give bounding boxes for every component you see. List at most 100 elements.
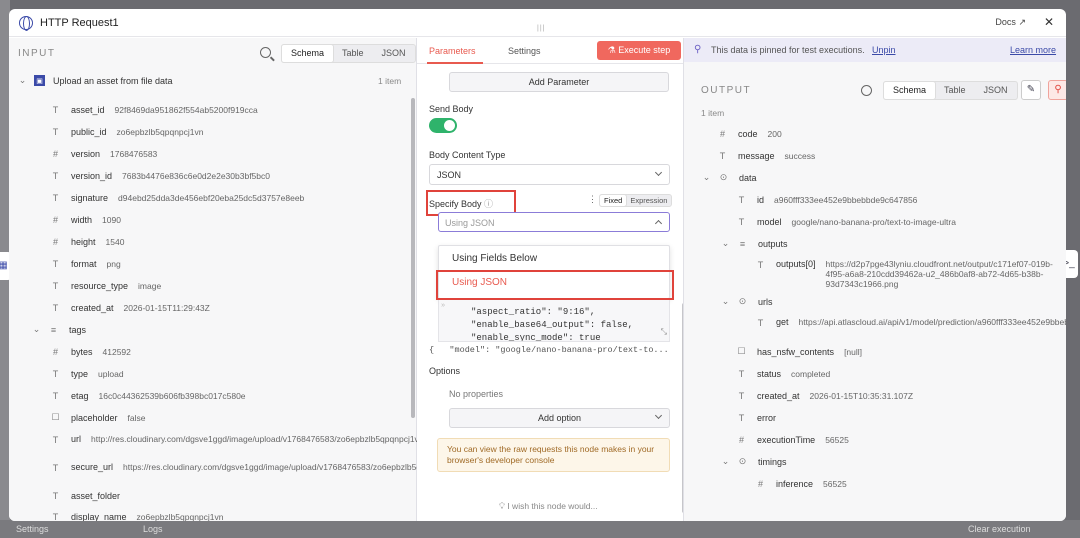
- field-type-icon: T: [52, 462, 59, 473]
- chevron-down-icon[interactable]: ⌄: [720, 238, 731, 249]
- field-value: a960fff333ee452e9bbebbde9c647856: [774, 194, 918, 205]
- field-key: display_name: [71, 511, 127, 522]
- add-option-select[interactable]: Add option: [449, 408, 670, 428]
- view-schema[interactable]: Schema: [282, 45, 334, 62]
- field-key: asset_folder: [71, 490, 121, 501]
- tab-parameters[interactable]: Parameters: [429, 46, 476, 56]
- options-label: Options: [429, 366, 461, 376]
- output-field-row[interactable]: Tmessage success: [717, 150, 816, 161]
- output-field-row[interactable]: # code 200: [717, 128, 782, 139]
- node-modal: HTTP Request1 ||| Docs ↗ ✕ INPUT Schema …: [9, 9, 1066, 521]
- output-field-row[interactable]: Terror: [736, 412, 786, 423]
- input-field-row[interactable]: Tetag 16c0c44362539b606fb398bc017c580e: [50, 390, 246, 401]
- close-icon[interactable]: ✕: [1044, 15, 1054, 29]
- edit-output-button[interactable]: ✎: [1021, 80, 1041, 100]
- input-field-row[interactable]: # width 1090: [50, 214, 121, 225]
- json-editor[interactable]: » "aspect_ratio": "9:16", "enable_base64…: [438, 300, 670, 342]
- tab-settings[interactable]: Settings: [508, 46, 541, 56]
- input-field-row[interactable]: Tformat png: [50, 258, 121, 269]
- field-key: etag: [71, 390, 89, 401]
- output-field-row[interactable]: ☐ has_nsfw_contents [null]: [736, 346, 862, 357]
- output-field-row[interactable]: # executionTime 56525: [736, 434, 849, 445]
- input-field-row[interactable]: Tsignature d94ebd25dda3de456ebf20eba25dc5…: [50, 192, 305, 203]
- output-field-row[interactable]: # inference 56525: [755, 478, 847, 489]
- add-parameter-button[interactable]: Add Parameter: [449, 72, 669, 92]
- option-using-fields-below[interactable]: Using Fields Below: [452, 253, 537, 264]
- field-type-icon: ⊙: [719, 172, 728, 182]
- output-field-row[interactable]: Tid a960fff333ee452e9bbebbde9c647856: [736, 194, 918, 205]
- field-value: success: [784, 150, 816, 161]
- unpin-link[interactable]: Unpin: [872, 45, 896, 55]
- chevron-down-icon: [654, 168, 663, 177]
- input-scrollbar[interactable]: [411, 98, 415, 418]
- view-table[interactable]: Table: [935, 82, 975, 99]
- input-field-row[interactable]: Tversion_id 7683b4476e836c6e0d2e2e30b3bf5…: [50, 170, 270, 181]
- chevron-down-icon[interactable]: ⌄: [720, 296, 731, 307]
- pin-data-button[interactable]: ⚲: [1048, 80, 1066, 100]
- drag-handle-icon[interactable]: |||: [537, 25, 545, 32]
- field-key: height: [71, 236, 96, 247]
- field-type-icon: T: [738, 216, 745, 227]
- logs-label[interactable]: Logs: [143, 524, 163, 534]
- search-icon[interactable]: [260, 47, 271, 58]
- input-node-row[interactable]: ⌄ ▣ Upload an asset from file data: [17, 75, 183, 86]
- output-field-row[interactable]: Tmodel google/nano-banana-pro/text-to-ima…: [736, 216, 956, 227]
- field-value: 2026-01-15T10:35:31.107Z: [809, 390, 914, 401]
- field-key: type: [71, 368, 89, 379]
- output-field-row[interactable]: ⌄ ≡ outputs: [720, 238, 798, 249]
- expand-icon[interactable]: ⤡: [661, 327, 667, 337]
- input-field-row[interactable]: Tdisplay_name zo6epbzlb5qpqnpcj1vn: [50, 511, 224, 522]
- input-field-row[interactable]: ⌄ ≡ tags: [31, 324, 96, 335]
- learn-more-link[interactable]: Learn more: [1010, 45, 1056, 55]
- specify-body-select[interactable]: Using JSON: [438, 212, 670, 232]
- field-value: 16c0c44362539b606fb398bc017c580e: [98, 390, 246, 401]
- input-field-row[interactable]: Tasset_id 92f8469da951862f554ab5200f919cc…: [50, 104, 258, 115]
- view-json[interactable]: JSON: [373, 45, 415, 62]
- view-table[interactable]: Table: [333, 45, 373, 62]
- expression-option[interactable]: Expression: [626, 195, 671, 206]
- field-value: upload: [98, 368, 124, 379]
- view-json[interactable]: JSON: [975, 82, 1017, 99]
- chevron-down-icon[interactable]: ⌄: [17, 75, 28, 86]
- chevron-down-icon[interactable]: ⌄: [701, 172, 712, 183]
- chevron-down-icon[interactable]: ⌄: [31, 324, 42, 335]
- gutter-marker: »: [441, 302, 446, 310]
- field-key: has_nsfw_contents: [757, 346, 835, 357]
- output-field-row[interactable]: ⌄ ⊙ timings: [720, 456, 797, 467]
- input-field-row[interactable]: Tresource_type image: [50, 280, 161, 291]
- output-field-row[interactable]: Tstatus completed: [736, 368, 830, 379]
- input-field-row[interactable]: Turl http://res.cloudinary.com/dgsve1ggd/…: [50, 434, 440, 445]
- input-field-row[interactable]: Tcreated_at 2026-01-15T11:29:43Z: [50, 302, 210, 313]
- send-body-toggle[interactable]: [429, 118, 457, 133]
- clear-execution-label[interactable]: Clear execution: [968, 524, 1031, 534]
- input-field-row[interactable]: Tsecure_url https://res.cloudinary.com/dg…: [50, 462, 477, 473]
- feedback-link[interactable]: 💡︎ I wish this node would...: [499, 501, 598, 512]
- input-field-row[interactable]: Tpublic_id zo6epbzlb5qpqnpcj1vn: [50, 126, 204, 137]
- execute-step-button[interactable]: ⚗ Execute step: [597, 41, 681, 60]
- input-field-row[interactable]: Ttype upload: [50, 368, 124, 379]
- field-value: 2026-01-15T11:29:43Z: [123, 302, 210, 313]
- chevron-down-icon[interactable]: ⌄: [720, 456, 731, 467]
- settings-label[interactable]: Settings: [16, 524, 49, 534]
- output-field-row[interactable]: ⌄ ⊙ data: [701, 172, 767, 183]
- input-field-row[interactable]: # bytes 412592: [50, 346, 131, 357]
- search-icon[interactable]: [861, 85, 872, 96]
- field-type-icon: ⊙: [738, 456, 747, 466]
- input-field-row[interactable]: # height 1540: [50, 236, 124, 247]
- output-field-row[interactable]: ⌄ ⊙ urls: [720, 296, 783, 307]
- docs-link[interactable]: Docs ↗: [995, 17, 1026, 28]
- output-view-switch: Schema Table JSON: [883, 81, 1018, 100]
- body-content-type-select[interactable]: JSON: [429, 164, 670, 185]
- field-value: image: [138, 280, 162, 291]
- input-field-row[interactable]: ☐ placeholder false: [50, 412, 145, 423]
- pin-icon: ⚲: [1054, 84, 1062, 95]
- field-type-icon: #: [738, 434, 744, 445]
- output-field-row[interactable]: Tget https://api.atlascloud.ai/api/v1/mod…: [755, 317, 1066, 328]
- fixed-option[interactable]: Fixed: [600, 195, 627, 206]
- view-schema[interactable]: Schema: [884, 82, 936, 99]
- more-options-icon[interactable]: ⋮: [588, 194, 597, 205]
- input-field-row[interactable]: # version 1768476583: [50, 148, 157, 159]
- output-field-row[interactable]: Toutputs[0] https://d2p7pge43lyniu.cloudf…: [755, 259, 1061, 289]
- input-field-row[interactable]: Tasset_folder: [50, 490, 130, 501]
- output-field-row[interactable]: Tcreated_at 2026-01-15T10:35:31.107Z: [736, 390, 913, 401]
